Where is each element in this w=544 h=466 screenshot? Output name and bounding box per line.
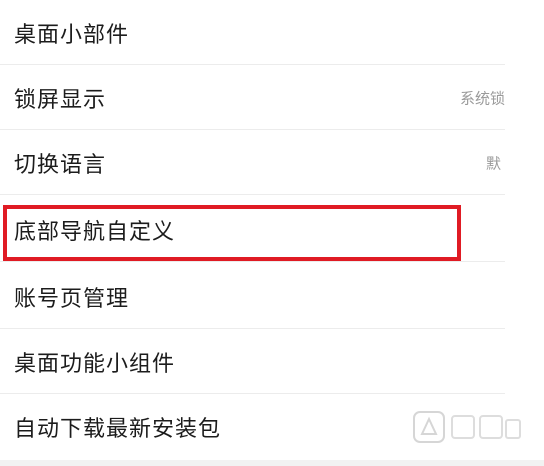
settings-item-desktop-function-widget[interactable]: 桌面功能小组件 bbox=[0, 329, 505, 394]
settings-item-label: 底部导航自定义 bbox=[14, 219, 176, 245]
settings-item-label: 锁屏显示 bbox=[14, 87, 107, 113]
settings-item-value: 默 bbox=[485, 154, 501, 172]
settings-item-value: 系统锁 bbox=[459, 89, 505, 107]
settings-item-lockscreen-display[interactable]: 锁屏显示 系统锁 bbox=[0, 65, 505, 130]
settings-screen: 桌面小部件 锁屏显示 系统锁 切换语言 默 底部导航自定义 账号页管理 桌面功能… bbox=[0, 0, 544, 466]
settings-item-switch-language[interactable]: 切换语言 默 bbox=[0, 130, 505, 195]
settings-item-desktop-widget[interactable]: 桌面小部件 bbox=[0, 0, 505, 65]
settings-item-label: 账号页管理 bbox=[14, 286, 130, 312]
screen-edge bbox=[505, 0, 544, 466]
bottom-strip bbox=[0, 460, 544, 466]
settings-list: 桌面小部件 锁屏显示 系统锁 切换语言 默 底部导航自定义 账号页管理 桌面功能… bbox=[0, 0, 505, 460]
divider bbox=[0, 261, 505, 262]
divider bbox=[0, 194, 505, 195]
watermark-logo-icon bbox=[413, 411, 521, 443]
settings-item-label: 切换语言 bbox=[14, 152, 107, 178]
settings-item-label: 桌面功能小组件 bbox=[14, 351, 176, 377]
settings-item-bottom-nav-custom[interactable]: 底部导航自定义 bbox=[0, 197, 505, 262]
settings-item-account-page-manage[interactable]: 账号页管理 bbox=[0, 264, 505, 329]
settings-item-label: 桌面小部件 bbox=[14, 22, 130, 48]
settings-item-label: 自动下载最新安装包 bbox=[14, 417, 222, 442]
